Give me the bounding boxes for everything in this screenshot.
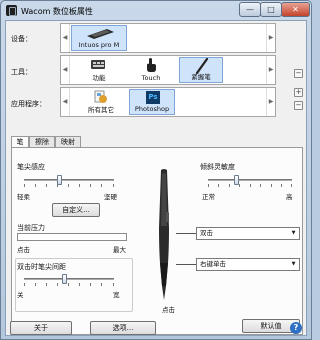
tip-feel-soft-label: 轻柔 <box>17 193 30 201</box>
tool-tile-label: 紧握笔 <box>191 73 211 81</box>
remove-application-button[interactable]: − <box>294 101 303 110</box>
customize-button[interactable]: 自定义... <box>52 203 100 217</box>
tip-feel-slider-track[interactable] <box>24 179 114 181</box>
properties-window: Wacom 数位板属性 — □ ✕ 设备： ◀ Intuos pro M ▶ 工… <box>0 0 312 340</box>
close-button[interactable]: ✕ <box>281 2 310 17</box>
scroll-left-icon[interactable]: ◀ <box>61 56 70 84</box>
tilt-sensitivity-title: 倾斜灵敏度 <box>200 163 235 171</box>
tilt-slider-thumb[interactable] <box>234 175 240 185</box>
window-title: Wacom 数位板属性 <box>21 7 93 16</box>
tilt-high-label: 高 <box>286 193 293 201</box>
double-click-wide-label: 宽 <box>113 291 120 299</box>
lower-switch-leader <box>176 264 196 265</box>
options-button[interactable]: 选项... <box>90 321 156 335</box>
tool-tile-grip-pen[interactable]: 紧握笔 <box>179 57 223 83</box>
app-tile-all-others[interactable]: 所有其它 <box>79 89 123 115</box>
scroll-right-icon[interactable]: ▶ <box>266 88 275 116</box>
tip-feel-firm-label: 坚硬 <box>104 193 117 201</box>
upper-side-switch-dropdown[interactable]: 双击 ▼ <box>196 227 300 240</box>
double-click-ticks <box>24 283 114 287</box>
app-tile-photoshop[interactable]: Ps Photoshop <box>129 89 175 115</box>
tilt-slider-track[interactable] <box>208 179 292 181</box>
tip-action-label: 点击 <box>162 306 175 314</box>
current-pressure-meter <box>17 233 127 241</box>
tip-feel-ticks <box>24 184 114 188</box>
current-pressure-title: 当前压力 <box>17 224 45 232</box>
tool-tile-label: 功能 <box>92 74 106 82</box>
chevron-down-icon: ▼ <box>291 261 296 267</box>
application-strip: ◀ 所有其它 Ps Photoshop ▶ <box>60 87 276 117</box>
all-apps-icon <box>94 90 107 103</box>
lower-side-switch-value: 右键单击 <box>200 260 226 268</box>
double-click-off-label: 关 <box>17 291 24 299</box>
upper-switch-leader <box>176 233 196 234</box>
client-area: 设备： ◀ Intuos pro M ▶ 工具： ◀ 功能 Touch 紧握笔 … <box>5 20 307 336</box>
tool-strip: ◀ 功能 Touch 紧握笔 ▶ <box>60 55 276 85</box>
application-row-label: 应用程序： <box>11 100 46 108</box>
lower-side-switch-dropdown[interactable]: 右键单击 ▼ <box>196 258 300 271</box>
tablet-icon <box>87 29 114 39</box>
help-icon[interactable]: ? <box>290 322 302 334</box>
pen-illustration <box>159 169 169 300</box>
maximize-button[interactable]: □ <box>260 2 282 17</box>
tip-feel-slider-thumb[interactable] <box>57 175 62 185</box>
tilt-normal-label: 正常 <box>202 193 215 201</box>
double-click-slider-track[interactable] <box>24 278 114 280</box>
scroll-left-icon[interactable]: ◀ <box>61 24 70 52</box>
device-row-label: 设备： <box>11 35 32 43</box>
app-tile-label: Photoshop <box>134 105 170 113</box>
double-click-distance-title: 双击时笔尖间距 <box>17 263 66 271</box>
tilt-ticks <box>208 184 292 188</box>
device-strip: ◀ Intuos pro M ▶ <box>60 23 276 53</box>
app-tile-label: 所有其它 <box>88 106 114 114</box>
touch-hand-icon <box>147 58 156 72</box>
scroll-right-icon[interactable]: ▶ <box>266 24 275 52</box>
chevron-down-icon: ▼ <box>291 230 296 236</box>
about-button[interactable]: 关于 <box>10 321 72 335</box>
pressure-min-label: 点击 <box>17 246 30 254</box>
remove-tool-button[interactable]: − <box>294 69 303 78</box>
keyboard-icon <box>91 60 105 69</box>
tip-feel-title: 笔尖感应 <box>17 163 45 171</box>
upper-side-switch-value: 双击 <box>200 229 213 237</box>
tool-tile-functions[interactable]: 功能 <box>79 57 119 83</box>
tool-tile-touch[interactable]: Touch <box>129 57 173 83</box>
wacom-app-icon <box>6 5 17 16</box>
double-click-slider-thumb[interactable] <box>61 274 67 284</box>
device-tile-label: Intuos pro M <box>78 41 120 49</box>
title-bar[interactable]: Wacom 数位板属性 — □ ✕ <box>1 1 311 21</box>
device-tile-intuos[interactable]: Intuos pro M <box>71 25 127 51</box>
scroll-right-icon[interactable]: ▶ <box>266 56 275 84</box>
photoshop-icon: Ps <box>146 91 160 104</box>
tool-tile-label: Touch <box>141 74 161 82</box>
pressure-max-label: 最大 <box>113 246 126 254</box>
pen-side-switch-icon <box>166 212 169 222</box>
scroll-left-icon[interactable]: ◀ <box>61 88 70 116</box>
add-application-button[interactable]: + <box>294 88 303 97</box>
tool-row-label: 工具： <box>11 68 32 76</box>
minimize-button[interactable]: — <box>239 2 261 17</box>
